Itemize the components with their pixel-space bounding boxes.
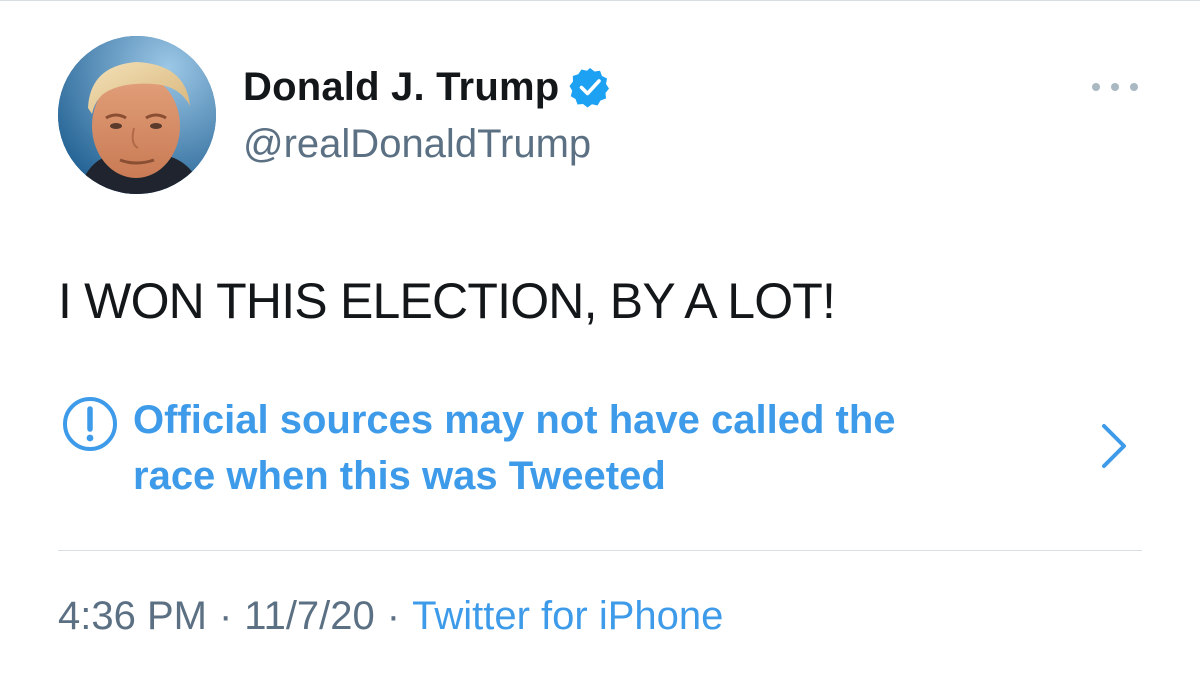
verified-badge-icon xyxy=(569,66,611,108)
tweet-time[interactable]: 4:36 PM xyxy=(58,594,207,638)
separator-dot: · xyxy=(386,594,401,638)
notice-text: Official sources may not have called the… xyxy=(133,392,1033,504)
divider xyxy=(58,550,1142,551)
user-handle[interactable]: @realDonaldTrump xyxy=(243,122,591,167)
tweet-source-link[interactable]: Twitter for iPhone xyxy=(412,594,723,638)
tweet-date[interactable]: 11/7/20 xyxy=(244,594,375,638)
separator-dot: · xyxy=(218,594,233,638)
chevron-right-icon xyxy=(1098,418,1130,474)
name-row: Donald J. Trump xyxy=(243,62,611,112)
more-dot xyxy=(1111,83,1119,91)
election-notice-link[interactable]: Official sources may not have called the… xyxy=(58,388,1140,508)
avatar[interactable] xyxy=(58,36,216,194)
tweet-text: I WON THIS ELECTION, BY A LOT! xyxy=(58,273,836,329)
tweet-card: Donald J. Trump @realDonaldTrump I WON T… xyxy=(0,0,1200,680)
top-border xyxy=(0,0,1200,1)
notice-line-2: race when this was Tweeted xyxy=(133,454,666,498)
more-options-button[interactable] xyxy=(1092,76,1138,98)
more-dot xyxy=(1130,83,1138,91)
exclamation-circle-icon xyxy=(62,396,118,452)
profile-photo-icon xyxy=(58,36,216,194)
notice-line-1: Official sources may not have called the xyxy=(133,398,896,442)
tweet-metadata: 4:36 PM · 11/7/20 · Twitter for iPhone xyxy=(58,594,723,639)
more-dot xyxy=(1092,83,1100,91)
display-name[interactable]: Donald J. Trump xyxy=(243,65,559,110)
